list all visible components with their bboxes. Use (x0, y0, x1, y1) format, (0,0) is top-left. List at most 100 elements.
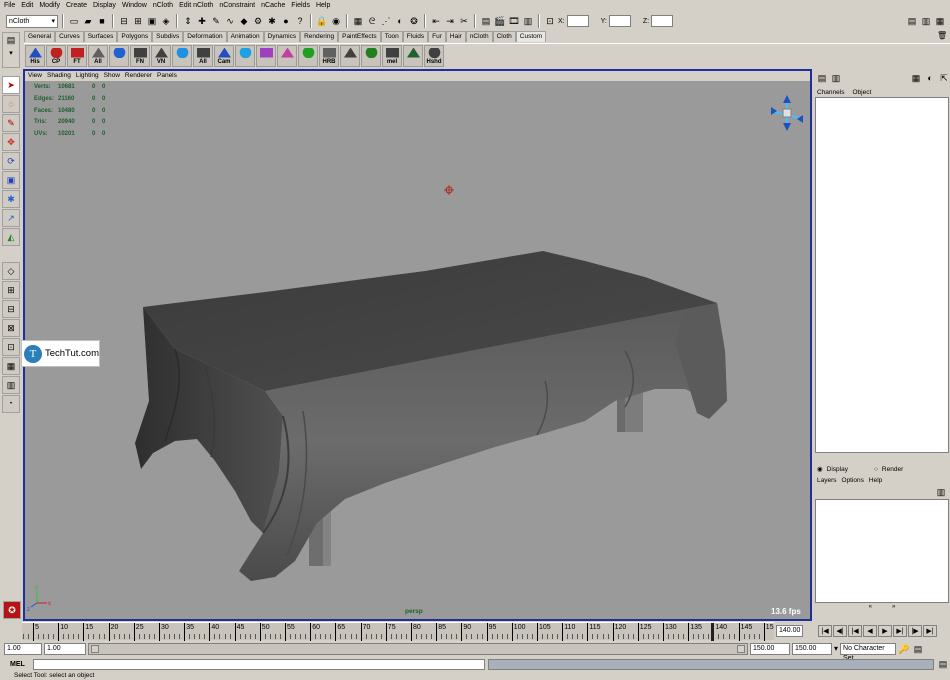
viewport-menu-renderer[interactable]: Renderer (125, 71, 152, 81)
select-curves-icon[interactable]: ∿ (224, 15, 236, 27)
playback-start-field[interactable]: 1.00 (44, 642, 86, 655)
select-tool-icon[interactable]: ➤ (2, 76, 20, 94)
tab-surfaces[interactable]: Surfaces (83, 31, 118, 42)
menu-fields[interactable]: Fields (291, 0, 310, 11)
command-input[interactable] (33, 658, 485, 670)
range-handle-start[interactable] (91, 644, 99, 653)
shelf-icon-mel[interactable]: mel (382, 44, 402, 67)
shelf-icon-tool-15[interactable] (340, 44, 360, 67)
snap-grid-icon[interactable]: ▦ (352, 15, 364, 27)
menu-create[interactable]: Create (66, 0, 87, 11)
shelf-icon-tool-7[interactable] (172, 44, 192, 67)
tab-general[interactable]: General (24, 31, 56, 42)
make-live-icon[interactable]: ❂ (408, 15, 420, 27)
input-mode-icon[interactable]: ⊡ (544, 15, 556, 27)
panel-options-icon[interactable]: ◐ (924, 72, 936, 84)
layer-menu-help[interactable]: Help (869, 477, 882, 484)
shelf-icon-tool-12[interactable] (277, 44, 297, 67)
layout-graph-icon[interactable]: ⊡ (2, 338, 20, 356)
play-forward-icon[interactable]: ▶ (878, 625, 892, 637)
shelf-icon-vn[interactable]: VN (151, 44, 171, 67)
component-mode-icon[interactable]: ◈ (160, 15, 172, 27)
radio-render-icon[interactable]: ○ (874, 466, 878, 473)
save-scene-icon[interactable]: ■ (96, 15, 108, 27)
ipr-render-icon[interactable]: 🎞 (508, 15, 520, 27)
last-tool-icon[interactable]: ◭ (2, 228, 20, 246)
shelf-icon-all[interactable]: All (88, 44, 108, 67)
layout-custom-icon[interactable]: • (2, 395, 20, 413)
playback-end-field[interactable]: 150.00 (750, 642, 790, 655)
shelf-icon-cp[interactable]: CP (46, 44, 66, 67)
menu-ncache[interactable]: nCache (261, 0, 285, 11)
x-field[interactable] (566, 15, 589, 27)
tab-dynamics[interactable]: Dynamics (263, 31, 301, 42)
chevron-down-icon[interactable]: ▾ (834, 644, 838, 653)
current-frame-field[interactable]: 140.00 (776, 625, 803, 637)
channelbox-menu-channels[interactable]: Channels (817, 89, 844, 96)
go-to-end-icon[interactable]: ▶| (923, 625, 937, 637)
tab-cloth[interactable]: Cloth (492, 31, 516, 42)
shelf-icon-cam[interactable]: Cam (214, 44, 234, 67)
tab-custom[interactable]: Custom (515, 31, 547, 42)
attribute-editor-icon[interactable]: ▤ (906, 15, 918, 27)
menu-edit-ncloth[interactable]: Edit nCloth (179, 0, 213, 11)
snap-point-icon[interactable]: ⋰ (380, 15, 392, 27)
tab-toon[interactable]: Toon (380, 31, 403, 42)
object-mode-icon[interactable]: ▣ (146, 15, 158, 27)
scroll-right-icon[interactable]: » (892, 604, 895, 610)
range-bar[interactable] (88, 642, 748, 655)
menu-window[interactable]: Window (122, 0, 147, 11)
layer-menu-layers[interactable]: Layers (817, 477, 837, 484)
menuset-dropdown[interactable]: nCloth ▾ (6, 14, 58, 28)
shelf-icon-tool-11[interactable] (256, 44, 276, 67)
start-time-field[interactable]: 1.00 (4, 642, 42, 655)
shelf-icon-tool-10[interactable] (235, 44, 255, 67)
channel-box-toggle-icon[interactable]: ▤ (816, 72, 828, 84)
tool-settings-icon[interactable]: ▥ (920, 15, 932, 27)
layer-editor-toggle-icon[interactable]: ▥ (830, 72, 842, 84)
tab-hair[interactable]: Hair (445, 31, 466, 42)
shelf-icon-tool-18[interactable] (403, 44, 423, 67)
play-back-icon[interactable]: ◀ (863, 625, 877, 637)
tab-rendering[interactable]: Rendering (300, 31, 339, 42)
render-settings-icon[interactable]: ▥ (522, 15, 534, 27)
perspective-viewport[interactable]: View Shading Lighting Show Renderer Panels Ve… (23, 69, 812, 621)
menu-file[interactable]: File (4, 0, 15, 11)
viewport-menu-panels[interactable]: Panels (157, 71, 177, 81)
channel-box[interactable] (815, 97, 949, 453)
shelf-icon-his[interactable]: His (25, 44, 45, 67)
shelf-icon-tool-4[interactable] (109, 44, 129, 67)
tab-polygons[interactable]: Polygons (117, 31, 153, 42)
step-forward-frame-icon[interactable]: ▶| (893, 625, 907, 637)
layout-side-icon[interactable]: ⊟ (2, 300, 20, 318)
layer-menu-options[interactable]: Options (842, 477, 864, 484)
tab-curves[interactable]: Curves (55, 31, 84, 42)
lasso-tool-icon[interactable]: ◌ (2, 95, 20, 113)
rotate-tool-icon[interactable]: ⟳ (2, 152, 20, 170)
shelf-icon-fn[interactable]: FN (130, 44, 150, 67)
select-dynamics-icon[interactable]: ✱ (266, 15, 278, 27)
manipulator-tool-icon[interactable]: ✱ (2, 190, 20, 208)
open-scene-icon[interactable]: ▰ (82, 15, 94, 27)
show-manipulator-icon[interactable]: ↗ (2, 209, 20, 227)
tab-ncloth[interactable]: nCloth (465, 31, 493, 42)
layout-render-icon[interactable]: ▥ (2, 376, 20, 394)
end-time-field[interactable]: 150.00 (792, 642, 832, 655)
viewport-menu-show[interactable]: Show (104, 71, 120, 81)
panel-pin-icon[interactable]: ⇱ (938, 72, 950, 84)
view-cube-icon[interactable] (770, 95, 804, 131)
layout-single-icon[interactable]: ◇ (2, 262, 20, 280)
highlight-selection-icon[interactable]: ◉ (330, 15, 342, 27)
y-field[interactable] (608, 15, 631, 27)
layout-four-icon[interactable]: ⊞ (2, 281, 20, 299)
move-tool-icon[interactable]: ✥ (2, 133, 20, 151)
scroll-left-icon[interactable]: « (869, 604, 872, 610)
radio-display-icon[interactable]: ◉ (817, 465, 823, 473)
time-slider[interactable]: 5 10 15 20 25 30 35 40 45 50 55 60 65 70 75 80 85 90 95 100… (22, 622, 774, 641)
menu-display[interactable]: Display (93, 0, 116, 11)
tab-painteffects[interactable]: PaintEffects (338, 31, 381, 42)
new-scene-icon[interactable]: ▭ (68, 15, 80, 27)
select-deformations-icon[interactable]: ⚙ (252, 15, 264, 27)
tab-deformation[interactable]: Deformation (183, 31, 227, 42)
tab-animation[interactable]: Animation (226, 31, 264, 42)
